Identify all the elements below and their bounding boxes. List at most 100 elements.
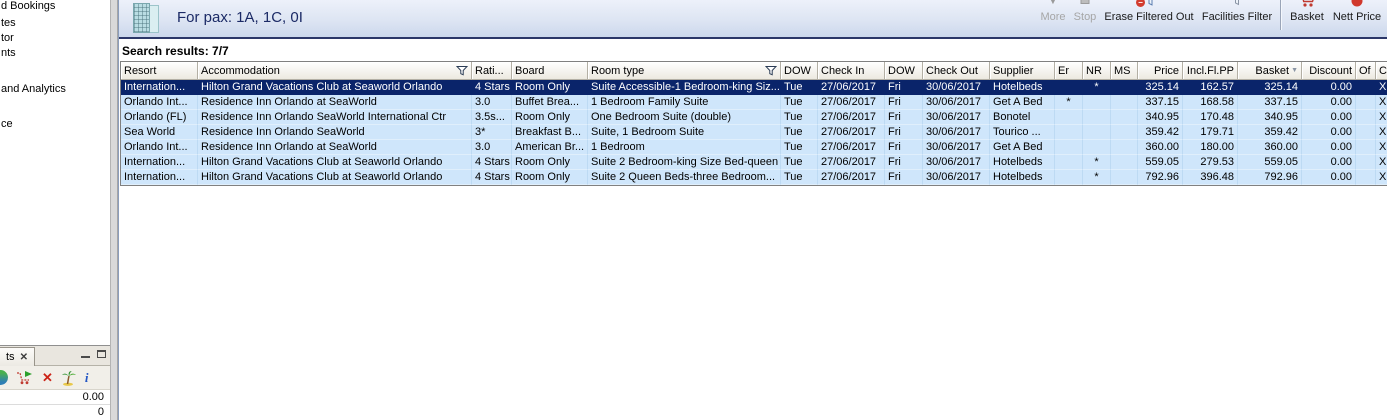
sidebar-item-tes[interactable]: tes: [1, 17, 16, 29]
cell-dow-out: Fri: [885, 125, 923, 140]
nett-price-button[interactable]: Nett Price: [1329, 0, 1385, 36]
table-body: Internation... Hilton Grand Vacations Cl…: [121, 80, 1387, 185]
header-er[interactable]: Er: [1055, 62, 1083, 80]
header-basket[interactable]: Basket ▼: [1238, 62, 1302, 80]
cell-ms: [1111, 140, 1138, 155]
cell-accommodation: Residence Inn Orlando SeaWorld: [198, 125, 472, 140]
palm-tree-icon[interactable]: [61, 370, 77, 386]
header-check-out[interactable]: Check Out: [923, 62, 990, 80]
header-incl-fl-pp[interactable]: Incl.Fl.PP: [1183, 62, 1238, 80]
header-rating[interactable]: Rati...: [472, 62, 512, 80]
panel-tab-label: ts: [6, 351, 15, 363]
header-of[interactable]: Of: [1356, 62, 1376, 80]
header-label: Check In: [821, 64, 865, 77]
header-dow-out[interactable]: DOW: [885, 62, 923, 80]
cell-check-in: 27/06/2017: [818, 140, 885, 155]
header-label: Supplier: [993, 64, 1034, 77]
cell-discount: 0.00: [1302, 95, 1356, 110]
info-icon[interactable]: i: [85, 370, 89, 386]
toolbar-buttons: ▼ More Stop − Erase Filtered Out Facilit…: [1037, 0, 1385, 39]
cell-supplier: Hotelbeds: [990, 155, 1055, 170]
basket-button[interactable]: Basket: [1285, 0, 1329, 36]
cell-check-out: 30/06/2017: [923, 125, 990, 140]
filter-funnel-icon[interactable]: [456, 65, 468, 76]
cell-check-out: 30/06/2017: [923, 140, 990, 155]
header-resort[interactable]: Resort: [121, 62, 198, 80]
sidebar-item-nts[interactable]: nts: [1, 47, 16, 59]
globe-icon[interactable]: [0, 370, 8, 385]
cell-supplier: Hotelbeds: [990, 80, 1055, 95]
cell-board: American Br...: [512, 140, 588, 155]
table-row[interactable]: Orlando (FL) Residence Inn Orlando SeaWo…: [121, 110, 1387, 125]
cell-of: [1356, 95, 1376, 110]
table-row[interactable]: Orlando Int... Residence Inn Orlando at …: [121, 140, 1387, 155]
header-check-in[interactable]: Check In: [818, 62, 885, 80]
cell-ms: [1111, 125, 1138, 140]
stop-button[interactable]: Stop: [1069, 0, 1101, 36]
header-label: Incl.Fl.PP: [1186, 64, 1234, 77]
cell-dow-in: Tue: [781, 95, 818, 110]
cell-of: [1356, 125, 1376, 140]
sidebar-item-tor[interactable]: tor: [1, 32, 14, 44]
maximize-icon[interactable]: [97, 350, 106, 358]
header-label: Price: [1153, 64, 1179, 77]
cell-rating: 3.5s...: [472, 110, 512, 125]
table-row[interactable]: Orlando Int... Residence Inn Orlando at …: [121, 95, 1387, 110]
header-nr[interactable]: NR: [1083, 62, 1111, 80]
erase-filtered-out-button[interactable]: − Erase Filtered Out: [1101, 0, 1197, 36]
cell-room-type: One Bedroom Suite (double): [588, 110, 781, 125]
header-accommodation[interactable]: Accommodation: [198, 62, 472, 80]
table-row[interactable]: Sea World Residence Inn Orlando SeaWorld…: [121, 125, 1387, 140]
header-label: Resort: [124, 64, 157, 77]
vertical-splitter[interactable]: [110, 0, 118, 420]
cell-rating: 3.0: [472, 95, 512, 110]
close-icon[interactable]: ✕: [20, 352, 28, 363]
bottom-left-panel: ts ✕ ✕ i 0.00 0: [0, 345, 110, 420]
panel-tab[interactable]: ts ✕: [0, 347, 35, 366]
header-room-type[interactable]: Room type: [588, 62, 781, 80]
cell-nr: [1083, 110, 1111, 125]
cell-c: XI: [1376, 140, 1387, 155]
facilities-filter-button[interactable]: Facilities Filter: [1197, 0, 1277, 36]
header-board[interactable]: Board: [512, 62, 588, 80]
cell-incl-fl-pp: 168.58: [1183, 95, 1238, 110]
cart-arrow-icon[interactable]: [16, 370, 34, 385]
cell-supplier: Get A Bed: [990, 95, 1055, 110]
more-button[interactable]: ▼ More: [1037, 0, 1069, 36]
chevron-down-icon: ▼: [1048, 0, 1058, 6]
stop-label: Stop: [1073, 11, 1097, 23]
header-label: Accommodation: [201, 64, 280, 77]
header-ms[interactable]: MS: [1111, 62, 1138, 80]
header-dow-in[interactable]: DOW: [781, 62, 818, 80]
sidebar-item-analytics[interactable]: and Analytics: [1, 83, 66, 95]
header-supplier[interactable]: Supplier: [990, 62, 1055, 80]
facilities-filter-label: Facilities Filter: [1201, 11, 1273, 23]
cell-basket: 359.42: [1238, 125, 1302, 140]
header-discount[interactable]: Discount: [1302, 62, 1356, 80]
cell-ms: [1111, 80, 1138, 95]
basket-label: Basket: [1290, 11, 1324, 23]
delete-x-icon[interactable]: ✕: [42, 370, 53, 386]
app-window: d Bookings tes tor nts and Analytics ce …: [0, 0, 1387, 420]
table-row[interactable]: Internation... Hilton Grand Vacations Cl…: [121, 155, 1387, 170]
cell-of: [1356, 155, 1376, 170]
cell-nr: [1083, 95, 1111, 110]
cell-c: XI: [1376, 170, 1387, 185]
sidebar-item-bookings[interactable]: d Bookings: [1, 0, 55, 12]
panel-tab-bar: ts ✕: [0, 346, 110, 366]
cell-nr: *: [1083, 80, 1111, 95]
minimize-icon[interactable]: [81, 350, 90, 358]
cell-of: [1356, 80, 1376, 95]
filter-funnel-icon[interactable]: [765, 65, 777, 76]
table-row[interactable]: Internation... Hilton Grand Vacations Cl…: [121, 170, 1387, 185]
cell-check-in: 27/06/2017: [818, 170, 885, 185]
cell-nr: *: [1083, 155, 1111, 170]
cell-check-out: 30/06/2017: [923, 155, 990, 170]
sidebar-item-ce[interactable]: ce: [1, 118, 13, 130]
header-c[interactable]: C: [1376, 62, 1387, 80]
search-toolbar: For pax: 1A, 1C, 0I ▼ More Stop − Erase …: [119, 0, 1387, 39]
cell-board: Buffet Brea...: [512, 95, 588, 110]
cell-room-type: Suite, 1 Bedroom Suite: [588, 125, 781, 140]
table-row[interactable]: Internation... Hilton Grand Vacations Cl…: [121, 80, 1387, 95]
header-price[interactable]: Price: [1138, 62, 1183, 80]
